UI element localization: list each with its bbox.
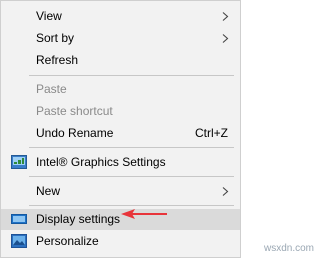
- menu-separator: [29, 176, 234, 177]
- desktop-context-menu: View Sort by Refresh Paste Paste shortcu…: [0, 0, 241, 258]
- menu-item-sort-by-label: Sort by: [36, 31, 75, 45]
- watermark-text: wsxdn.com: [263, 243, 314, 254]
- display-settings-icon: [11, 214, 27, 224]
- menu-item-new[interactable]: New: [1, 181, 240, 202]
- menu-item-refresh[interactable]: Refresh: [1, 50, 240, 71]
- menu-item-view-label: View: [36, 9, 62, 23]
- menu-separator: [29, 147, 234, 148]
- menu-item-paste-shortcut: Paste shortcut: [1, 101, 240, 122]
- menu-item-personalize[interactable]: Personalize: [1, 231, 240, 252]
- menu-item-paste-shortcut-label: Paste shortcut: [36, 104, 113, 118]
- menu-item-intel-graphics[interactable]: Intel® Graphics Settings: [1, 152, 240, 173]
- menu-item-sort-by[interactable]: Sort by: [1, 28, 240, 49]
- menu-item-undo-rename[interactable]: Undo Rename Ctrl+Z: [1, 123, 240, 144]
- menu-item-view[interactable]: View: [1, 6, 240, 27]
- menu-item-undo-rename-label: Undo Rename: [36, 126, 114, 140]
- menu-item-display-settings-label: Display settings: [36, 212, 121, 226]
- menu-item-paste-label: Paste: [36, 82, 67, 96]
- menu-item-personalize-label: Personalize: [36, 234, 99, 248]
- chevron-right-icon: [222, 187, 229, 196]
- menu-item-refresh-label: Refresh: [36, 53, 79, 67]
- menu-separator: [29, 205, 234, 206]
- menu-item-paste: Paste: [1, 79, 240, 100]
- menu-separator: [29, 75, 234, 76]
- undo-rename-shortcut: Ctrl+Z: [195, 126, 228, 140]
- chevron-right-icon: [222, 12, 229, 21]
- chevron-right-icon: [222, 34, 229, 43]
- personalize-icon: [11, 234, 27, 248]
- menu-item-new-label: New: [36, 184, 61, 198]
- intel-graphics-icon: [11, 155, 27, 169]
- red-arrow-annotation-icon: [121, 209, 167, 219]
- menu-item-intel-graphics-label: Intel® Graphics Settings: [36, 155, 166, 169]
